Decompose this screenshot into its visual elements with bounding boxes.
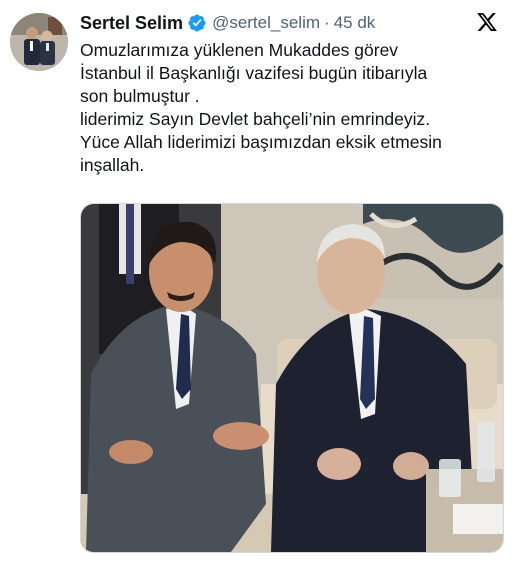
tweet-card: Sertel Selim @sertel_selim · 45 dk Omuzl… — [0, 0, 512, 561]
tweet-text-line: liderimiz Sayın Devlet bahçeli’nin emrin… — [80, 109, 431, 129]
tweet-text-line: Omuzlarımıza yüklenen Mukaddes görev — [80, 40, 399, 60]
separator-dot: · — [324, 13, 330, 32]
tweet-header: Sertel Selim @sertel_selim · 45 dk — [80, 11, 375, 35]
avatar[interactable] — [10, 13, 68, 71]
tweet-text-line: son bulmuştur . — [80, 86, 200, 106]
user-handle[interactable]: @sertel_selim — [212, 13, 320, 33]
verified-badge-icon — [187, 13, 207, 33]
tweet-text-line: İstanbul il Başkanlığı vazifesi bugün it… — [80, 63, 428, 83]
timestamp[interactable]: 45 dk — [334, 13, 376, 33]
tweet-text: Omuzlarımıza yüklenen Mukaddes görev İst… — [80, 39, 504, 177]
photo-two-men-seated — [81, 204, 503, 552]
x-logo-icon[interactable] — [476, 11, 498, 33]
tweet-photo[interactable] — [80, 203, 504, 553]
display-name[interactable]: Sertel Selim — [80, 13, 183, 34]
tweet-text-line: Yüce Allah liderimizi başımızdan eksik e… — [80, 132, 442, 152]
avatar-photo — [10, 13, 68, 71]
tweet-text-line: inşallah. — [80, 155, 145, 175]
